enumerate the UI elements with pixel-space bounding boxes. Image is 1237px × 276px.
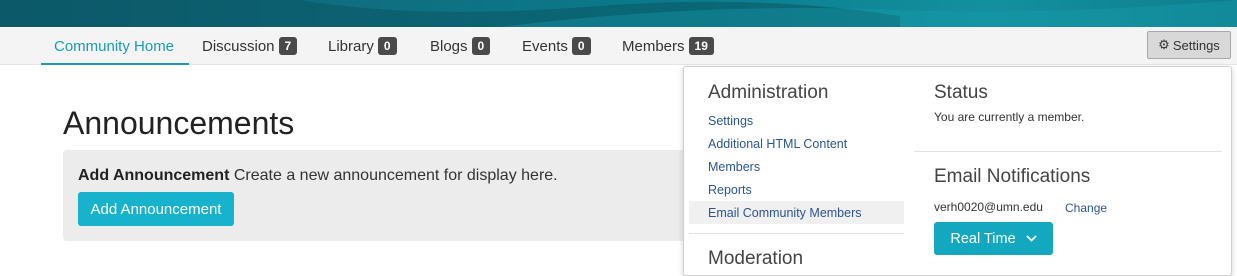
menu-item-settings[interactable]: Settings [689,109,904,132]
tab-label: Discussion [202,37,275,55]
email-address: verh0020@umn.edu [934,200,1043,214]
count-badge: 7 [278,37,298,55]
gear-icon: ⚙ [1158,37,1170,52]
menu-divider [689,233,904,234]
email-notifications-heading: Email Notifications [934,166,1091,187]
menu-item-reports[interactable]: Reports [689,178,904,201]
moderation-heading: Moderation [708,248,804,269]
tab-label: Library [328,37,374,55]
administration-heading: Administration [708,82,829,103]
notification-frequency-dropdown[interactable]: Real Time [934,222,1053,255]
tab-events[interactable]: Events 0 [522,27,591,65]
tab-blogs[interactable]: Blogs 0 [430,27,491,65]
chevron-down-icon [1026,233,1037,245]
add-announcement-heading: Add Announcement [78,167,230,184]
tab-community-home[interactable]: Community Home [40,27,190,65]
status-heading: Status [934,82,988,103]
banner-wave-decoration [0,0,1237,27]
menu-divider [914,151,1222,152]
menu-item-email-community-members[interactable]: Email Community Members [689,201,904,224]
add-announcement-panel: Add Announcement Create a new announceme… [63,150,703,241]
count-badge: 0 [471,37,491,55]
count-badge: 0 [377,37,397,55]
count-badge: 0 [571,37,591,55]
menu-item-members[interactable]: Members [689,155,904,178]
membership-status: You are currently a member. [934,110,1085,124]
tab-label: Members [622,37,685,55]
tab-label: Blogs [430,37,468,55]
tab-label: Community Home [54,37,175,55]
settings-label: Settings [1172,37,1220,53]
tab-members[interactable]: Members 19 [622,27,714,65]
tab-label: Events [522,37,568,55]
page-title: Announcements [63,105,295,141]
community-nav: Community Home Discussion 7 Library 0 Bl… [0,27,1237,65]
change-email-link[interactable]: Change [1065,201,1107,215]
frequency-label: Real Time [950,230,1016,247]
menu-item-additional-html-content[interactable]: Additional HTML Content [689,132,904,155]
tab-discussion[interactable]: Discussion 7 [202,27,298,65]
add-announcement-text: Add Announcement Create a new announceme… [78,167,558,185]
add-announcement-description: Create a new announcement for display he… [233,167,558,184]
add-announcement-button[interactable]: Add Announcement [78,192,234,226]
count-badge: 19 [688,37,714,55]
tab-library[interactable]: Library 0 [328,27,397,65]
settings-dropdown-menu: Administration Settings Additional HTML … [683,66,1232,276]
header-banner [0,0,1237,27]
settings-button[interactable]: ⚙ Settings [1147,31,1231,59]
